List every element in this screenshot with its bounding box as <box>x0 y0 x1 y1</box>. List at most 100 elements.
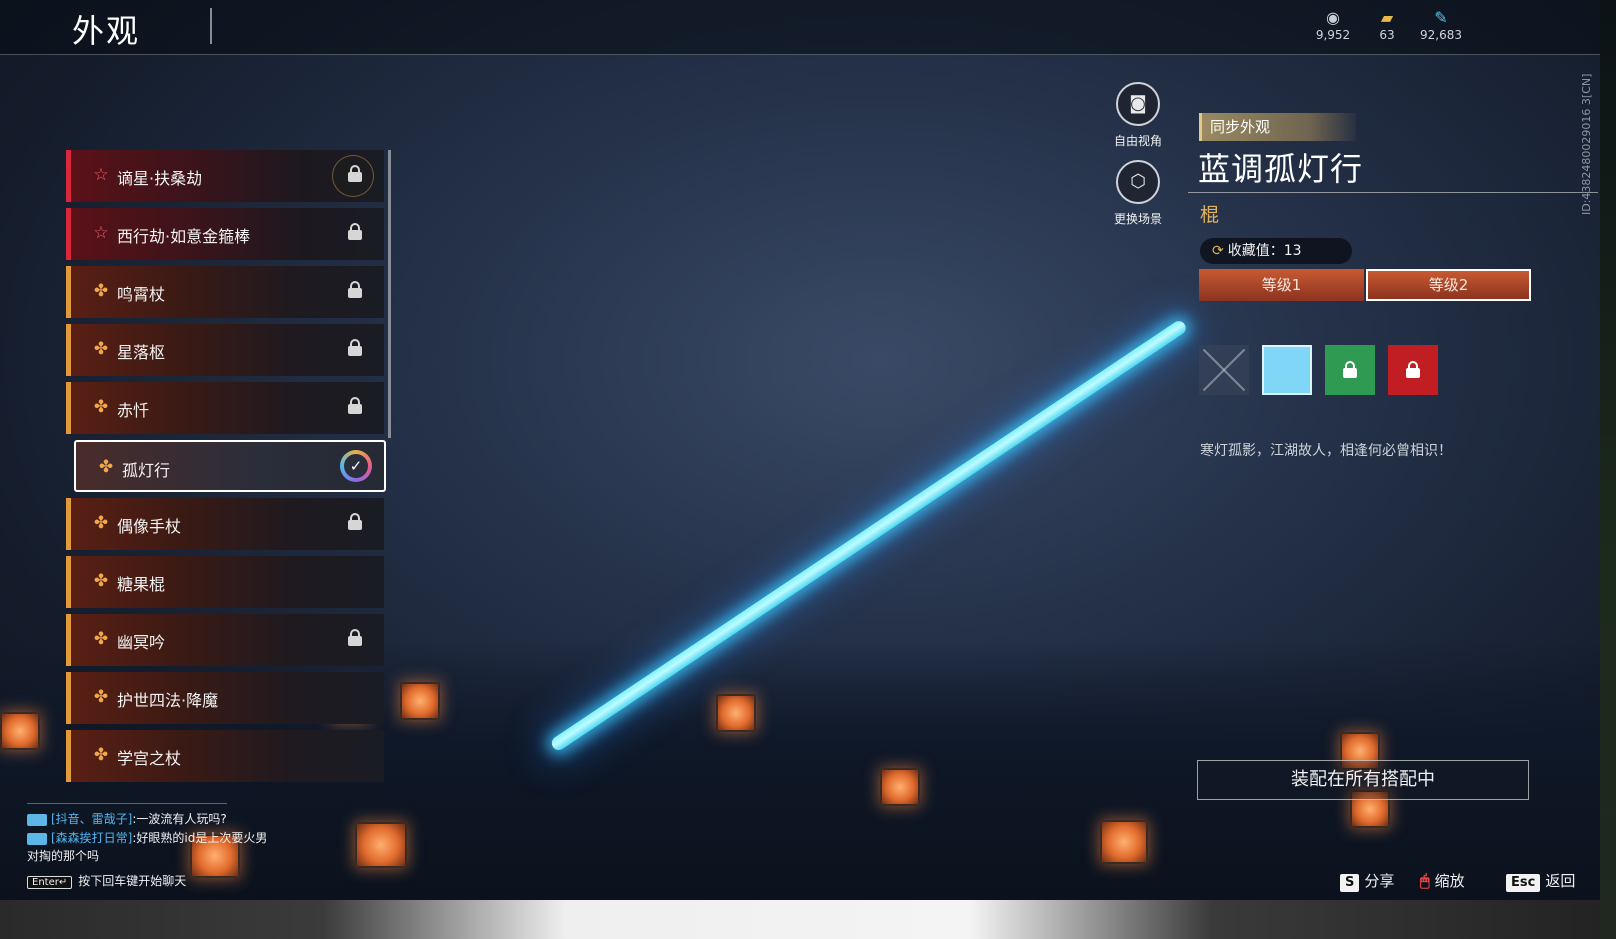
title-divider <box>210 8 212 44</box>
list-item-label: 星落枢 <box>117 343 166 362</box>
color-swatch-blue[interactable] <box>1262 345 1312 395</box>
list-item-label: 护世四法·降魔 <box>117 691 219 710</box>
page-title: 外观 <box>72 12 141 50</box>
list-item[interactable]: ✤ 护世四法·降魔 <box>66 672 384 724</box>
name-underline <box>1188 192 1598 193</box>
list-item-label: 谪星·扶桑劫 <box>117 169 203 188</box>
star-outline-icon: ☆ <box>93 223 109 243</box>
floating-lantern <box>355 822 407 868</box>
color-swatch-red-locked[interactable] <box>1388 345 1438 395</box>
lock-icon <box>348 513 362 531</box>
lock-icon <box>348 397 362 415</box>
color-swatch-green-locked[interactable] <box>1325 345 1375 395</box>
free-view-label: 自由视角 <box>1113 134 1162 148</box>
chat-hint-text: 按下回车键开始聊天 <box>78 874 187 888</box>
lock-icon <box>348 165 362 183</box>
equip-all-button[interactable]: 装配在所有搭配中 <box>1197 760 1529 800</box>
top-bar: 外观 ◉ 9,952 ▰ 63 ✎ 92,683 <box>0 0 1600 55</box>
background-strip <box>0 900 1616 939</box>
share-hotkey[interactable]: S 分享 <box>1340 870 1394 892</box>
player-id: ID:4382480029016 3[CN] <box>1580 73 1593 215</box>
list-item-label: 糖果棍 <box>117 575 166 594</box>
floating-lantern <box>0 712 40 750</box>
color-swatch-none[interactable] <box>1199 345 1249 395</box>
item-name: 蓝调孤灯行 <box>1198 150 1364 188</box>
list-item-label: 幽冥吟 <box>117 633 166 652</box>
feather-icon: ✎ <box>1434 8 1448 27</box>
list-item[interactable]: ✤ 鸣霄杖 <box>66 266 384 318</box>
flower-icon: ✤ <box>93 745 109 765</box>
level-2-tab[interactable]: 等级2 <box>1366 269 1531 301</box>
flower-icon: ✤ <box>93 687 109 707</box>
list-item-label: 西行劫·如意金箍棒 <box>117 227 251 246</box>
list-item-label: 鸣霄杖 <box>117 285 166 304</box>
collection-value-badge: ⟳ 收藏值：13 <box>1200 238 1352 264</box>
chat-tag-icon <box>27 813 47 826</box>
chat-tag-icon <box>27 832 47 845</box>
level-1-tab[interactable]: 等级1 <box>1199 269 1364 301</box>
lock-icon <box>348 281 362 299</box>
sync-appearance-tag[interactable]: 同步外观 <box>1199 113 1356 141</box>
collection-value: 收藏值：13 <box>1227 243 1302 259</box>
collection-icon: ⟳ <box>1212 243 1224 259</box>
background-strip-right <box>1600 0 1616 939</box>
list-item[interactable]: ✤ 学宫之杖 <box>66 730 384 782</box>
chat-message-continuation: 对掏的那个吗 <box>27 849 100 863</box>
scene-cube-icon: ⬡ <box>1116 160 1160 204</box>
hotkey-label: 返回 <box>1545 872 1576 890</box>
list-item-selected[interactable]: ✤ 孤灯行 ✓ <box>74 440 386 492</box>
key-s: S <box>1340 874 1360 892</box>
list-item[interactable]: ✤ 幽冥吟 <box>66 614 384 666</box>
lock-icon <box>1343 361 1357 379</box>
chat-text: :好眼熟的id是上次要火男 <box>132 831 268 845</box>
list-item[interactable]: ✤ 赤忏 <box>66 382 384 434</box>
lock-icon <box>348 223 362 241</box>
change-scene-button[interactable]: ⬡ 更换场景 <box>1098 160 1178 227</box>
list-item[interactable]: ☆ 谪星·扶桑劫 <box>66 150 384 202</box>
list-item-label: 偶像手杖 <box>117 517 182 536</box>
list-item[interactable]: ☆ 西行劫·如意金箍棒 <box>66 208 384 260</box>
item-description: 寒灯孤影，江湖故人，相逢何必曾相识！ <box>1200 443 1452 459</box>
free-view-button[interactable]: ◙ 自由视角 <box>1098 82 1178 149</box>
list-item[interactable]: ✤ 星落枢 <box>66 324 384 376</box>
floating-lantern <box>1100 820 1148 864</box>
change-scene-label: 更换场景 <box>1113 212 1162 226</box>
currency-value: 63 <box>1379 28 1395 42</box>
list-scrollbar[interactable] <box>388 150 391 438</box>
flower-icon: ✤ <box>93 629 109 649</box>
flower-icon: ✤ <box>93 397 109 417</box>
list-item-label: 孤灯行 <box>122 461 171 480</box>
chat-divider <box>27 803 227 804</box>
currency-value: 9,952 <box>1315 28 1351 42</box>
chat-sender[interactable]: [抖音、雷哉子] <box>51 812 132 826</box>
floating-lantern <box>880 768 920 806</box>
camera-icon: ◙ <box>1116 82 1160 126</box>
flower-icon: ✤ <box>98 457 114 477</box>
item-type: 棍 <box>1200 204 1220 226</box>
equipped-check-icon: ✓ <box>340 450 372 482</box>
flower-icon: ✤ <box>93 339 109 359</box>
flower-icon: ✤ <box>93 513 109 533</box>
mouse-icon: 🖱 <box>1420 871 1430 890</box>
zoom-hotkey[interactable]: 🖱 缩放 <box>1420 870 1465 891</box>
star-outline-icon: ☆ <box>93 165 109 185</box>
currency-feather: ✎ 92,683 <box>1406 8 1476 42</box>
currency-value: 92,683 <box>1420 28 1462 42</box>
key-esc: Esc <box>1506 874 1541 892</box>
list-item[interactable]: ✤ 糖果棍 <box>66 556 384 608</box>
lock-icon <box>348 339 362 357</box>
chat-text: :一波流有人玩吗? <box>132 812 227 826</box>
hotkey-label: 分享 <box>1364 872 1395 890</box>
list-item-label: 学宫之杖 <box>117 749 182 768</box>
chat-sender[interactable]: [森森挨打日常] <box>51 831 132 845</box>
list-item[interactable]: ✤ 偶像手杖 <box>66 498 384 550</box>
flower-icon: ✤ <box>93 281 109 301</box>
chat-input-hint[interactable]: Enter↵ 按下回车键开始聊天 <box>27 872 186 889</box>
floating-lantern <box>400 682 440 720</box>
hotkey-label: 缩放 <box>1434 872 1465 890</box>
appearance-list[interactable]: ☆ 谪星·扶桑劫 ☆ 西行劫·如意金箍棒 ✤ 鸣霄杖 ✤ 星落枢 ✤ 赤忏 ✤ … <box>66 150 386 798</box>
back-hotkey[interactable]: Esc 返回 <box>1506 870 1575 892</box>
enter-key-icon: Enter↵ <box>27 876 73 889</box>
flower-icon: ✤ <box>93 571 109 591</box>
floating-lantern <box>716 694 756 732</box>
